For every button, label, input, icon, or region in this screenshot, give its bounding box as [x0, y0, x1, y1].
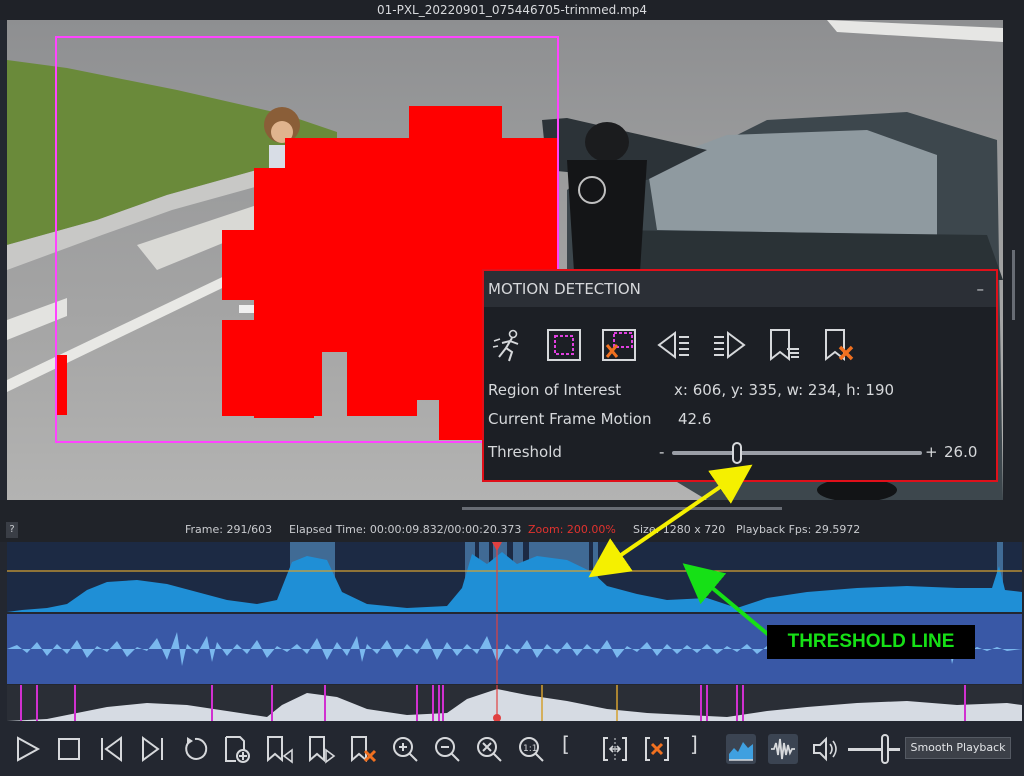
skip-end-icon[interactable] — [138, 734, 168, 764]
playback-toolbar: 1:1 [ ] — [0, 722, 1024, 776]
volume-slider[interactable] — [848, 748, 900, 751]
stop-icon[interactable] — [54, 734, 84, 764]
zoom-reset-icon[interactable] — [474, 734, 504, 764]
play-icon[interactable] — [12, 734, 42, 764]
panel-header: MOTION DETECTION – — [484, 271, 996, 307]
add-frame-icon[interactable] — [222, 734, 252, 764]
scroll-thumb[interactable] — [462, 507, 782, 510]
delete-bookmark-icon[interactable] — [348, 734, 378, 764]
panel-title: MOTION DETECTION — [488, 280, 641, 298]
road-marking — [7, 270, 243, 392]
motion-value: 42.6 — [678, 410, 712, 428]
motion-runner-icon[interactable] — [490, 327, 528, 363]
scroll-thumb[interactable] — [1012, 250, 1015, 320]
overview-graph — [7, 685, 1022, 721]
prev-bookmark-icon[interactable] — [264, 734, 294, 764]
bookmark-list-icon[interactable] — [765, 327, 803, 363]
zoom-out-icon[interactable] — [432, 734, 462, 764]
zoom-level: Zoom: 200.00% — [528, 523, 616, 536]
threshold-plus: + — [925, 443, 938, 461]
video-size: Size: 1280 x 720 — [633, 523, 726, 536]
threshold-value: 26.0 — [944, 443, 978, 461]
threshold-callout: THRESHOLD LINE — [767, 625, 975, 659]
zoom-in-icon[interactable] — [390, 734, 420, 764]
threshold-minus: - — [659, 443, 665, 461]
replay-icon[interactable] — [180, 734, 210, 764]
status-bar: ? Frame: 291/603 Elapsed Time: 00:00:09.… — [0, 518, 1024, 542]
elapsed-time: Elapsed Time: 00:00:09.832/00:00:20.373 — [289, 523, 522, 536]
trim-delete-icon[interactable] — [642, 734, 672, 764]
prev-motion-icon[interactable] — [655, 327, 693, 363]
motion-graph-track[interactable] — [7, 542, 1022, 612]
roi-select-icon[interactable] — [545, 327, 583, 363]
smooth-playback-button[interactable]: Smooth Playback — [905, 737, 1011, 759]
trim-in-button[interactable]: [ — [562, 732, 576, 762]
roi-clear-icon[interactable] — [600, 327, 638, 363]
svg-text:1:1: 1:1 — [523, 744, 537, 754]
motion-label: Current Frame Motion — [488, 410, 652, 428]
threshold-slider-knob[interactable] — [732, 442, 742, 464]
threshold-slider[interactable] — [672, 442, 922, 464]
horizontal-scrollbar[interactable] — [0, 500, 1024, 518]
zoom-1to1-icon[interactable]: 1:1 — [516, 734, 546, 764]
window-title: 01-PXL_20220901_075446705-trimmed.mp4 — [0, 0, 1024, 20]
frame-counter: Frame: 291/603 — [185, 523, 273, 536]
help-button[interactable]: ? — [6, 522, 18, 538]
volume-icon[interactable] — [810, 734, 840, 764]
skip-start-icon[interactable] — [96, 734, 126, 764]
playback-fps: Playback Fps: 29.5972 — [736, 523, 861, 536]
threshold-label: Threshold — [488, 443, 562, 461]
trim-select-icon[interactable] — [600, 734, 630, 764]
bookmark-clear-icon[interactable] — [820, 327, 858, 363]
overview-track[interactable] — [7, 685, 1022, 721]
volume-slider-knob[interactable] — [881, 734, 889, 764]
roi-label: Region of Interest — [488, 381, 622, 399]
next-bookmark-icon[interactable] — [306, 734, 336, 764]
motion-detection-panel: MOTION DETECTION – Region of Interest x:… — [482, 269, 998, 482]
roi-value: x: 606, y: 335, w: 234, h: 190 — [674, 381, 895, 399]
minimize-button[interactable]: – — [977, 271, 985, 307]
next-motion-icon[interactable] — [710, 327, 748, 363]
audio-wave-icon[interactable] — [768, 734, 798, 764]
motion-graph — [7, 542, 1022, 612]
trim-out-button[interactable]: ] — [690, 732, 704, 762]
motion-graph-icon[interactable] — [726, 734, 756, 764]
vertical-scrollbar[interactable] — [1003, 20, 1024, 500]
